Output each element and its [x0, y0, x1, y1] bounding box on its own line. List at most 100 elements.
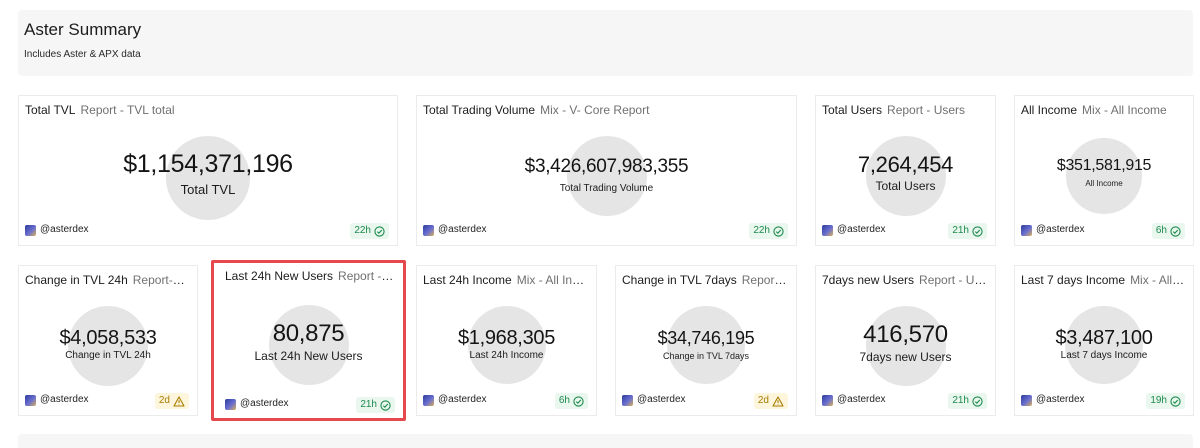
freshness-text: 21h — [952, 395, 969, 406]
avatar[interactable] — [1021, 225, 1032, 236]
card-title[interactable]: All Income — [1021, 103, 1077, 117]
avatar[interactable] — [25, 225, 36, 236]
owner-link[interactable]: @asterdex — [837, 224, 886, 235]
owner-link[interactable]: @asterdex — [40, 394, 89, 405]
card-footer: @asterdex 22h — [25, 223, 389, 239]
card-source[interactable]: Report-chan... — [133, 273, 189, 287]
card-source[interactable]: Report - Users — [887, 103, 965, 117]
metric: $351,581,915 All Income — [1015, 128, 1193, 232]
card-source[interactable]: Report - TVL total — [80, 103, 174, 117]
card-header[interactable]: Change in TVL 24h Report-chan... — [25, 273, 189, 287]
card-footer: @asterdex 2d — [25, 393, 189, 409]
metric: $3,487,100 Last 7 days Income — [1015, 298, 1193, 402]
card-title[interactable]: Total Users — [822, 103, 882, 117]
owner-link[interactable]: @asterdex — [438, 224, 487, 235]
freshness-badge[interactable]: 2d — [154, 393, 189, 409]
metric-value: $3,426,607,983,355 — [524, 156, 689, 177]
metric: 7,264,454 Total Users — [816, 128, 995, 232]
avatar[interactable] — [423, 395, 434, 406]
card-all-income[interactable]: All Income Mix - All Income $351,581,915 … — [1014, 95, 1194, 246]
metric-label: Total TVL — [180, 182, 236, 197]
freshness-text: 21h — [360, 399, 377, 410]
freshness-badge[interactable]: 21h — [948, 223, 987, 239]
card-header[interactable]: Last 24h New Users Report - Us... — [225, 269, 395, 283]
metric: $1,968,305 Last 24h Income — [417, 298, 596, 402]
card-last-7-days-income[interactable]: Last 7 days Income Mix - All Inc... $3,48… — [1014, 265, 1194, 416]
avatar[interactable] — [225, 399, 236, 410]
owner-link[interactable]: @asterdex — [1036, 224, 1085, 235]
card-source[interactable]: Report - Users — [919, 273, 987, 287]
freshness-text: 21h — [952, 225, 969, 236]
card-total-tvl[interactable]: Total TVL Report - TVL total $1,154,371,1… — [18, 95, 398, 246]
metric-label: Change in TVL 24h — [65, 350, 151, 361]
card-source[interactable]: Mix - V- Core Report — [540, 103, 649, 117]
metric-value: $351,581,915 — [1056, 157, 1152, 174]
card-7days-new-users[interactable]: 7days new Users Report - Users 416,570 7d… — [815, 265, 996, 416]
card-last-24h-income[interactable]: Last 24h Income Mix - All Income $1,968,3… — [416, 265, 597, 416]
owner-link[interactable]: @asterdex — [637, 394, 686, 405]
freshness-text: 22h — [753, 225, 770, 236]
dashboard-header: Aster Summary Includes Aster & APX data — [18, 10, 1193, 76]
card-header[interactable]: Last 7 days Income Mix - All Inc... — [1021, 273, 1185, 287]
card-header[interactable]: Total TVL Report - TVL total — [25, 103, 389, 117]
card-footer: @asterdex 2d — [622, 393, 788, 409]
card-source[interactable]: Mix - All Income — [517, 273, 588, 287]
card-title[interactable]: Last 7 days Income — [1021, 273, 1125, 287]
card-header[interactable]: Change in TVL 7days Report-ch... — [622, 273, 788, 287]
card-title[interactable]: Total TVL — [25, 103, 75, 117]
card-last-24h-new-users[interactable]: Last 24h New Users Report - Us... 80,875 … — [211, 260, 406, 421]
avatar[interactable] — [622, 395, 633, 406]
avatar[interactable] — [423, 225, 434, 236]
card-title[interactable]: Last 24h New Users — [225, 269, 333, 283]
metric-label: Last 7 days Income — [1060, 350, 1148, 361]
card-footer: @asterdex 19h — [1021, 393, 1185, 409]
card-total-trading-volume[interactable]: Total Trading Volume Mix - V- Core Report… — [416, 95, 797, 246]
check-circle-icon — [972, 225, 983, 237]
card-header[interactable]: 7days new Users Report - Users — [822, 273, 987, 287]
metric: $3,426,607,983,355 Total Trading Volume — [417, 128, 796, 232]
card-title[interactable]: Total Trading Volume — [423, 103, 535, 117]
card-total-users[interactable]: Total Users Report - Users 7,264,454 Tota… — [815, 95, 996, 246]
metric-label: Last 24h New Users — [254, 349, 363, 363]
freshness-badge[interactable]: 6h — [554, 393, 588, 409]
check-circle-icon — [972, 395, 983, 407]
freshness-text: 6h — [558, 395, 570, 406]
card-change-in-tvl-7days[interactable]: Change in TVL 7days Report-ch... $34,746,… — [615, 265, 797, 416]
freshness-badge[interactable]: 19h — [1146, 393, 1185, 409]
freshness-badge[interactable]: 6h — [1151, 223, 1185, 239]
card-header[interactable]: Total Users Report - Users — [822, 103, 987, 117]
card-header[interactable]: Total Trading Volume Mix - V- Core Report — [423, 103, 788, 117]
owner-link[interactable]: @asterdex — [240, 398, 289, 409]
check-circle-icon — [1170, 225, 1181, 237]
card-title[interactable]: Change in TVL 7days — [622, 273, 737, 287]
freshness-badge[interactable]: 22h — [350, 223, 389, 239]
dashboard-title: Aster Summary — [24, 20, 142, 39]
freshness-badge[interactable]: 21h — [948, 393, 987, 409]
freshness-badge[interactable]: 22h — [749, 223, 788, 239]
check-circle-icon — [1170, 395, 1181, 407]
owner-link[interactable]: @asterdex — [837, 394, 886, 405]
card-change-in-tvl-24h[interactable]: Change in TVL 24h Report-chan... $4,058,5… — [18, 265, 198, 416]
avatar[interactable] — [822, 225, 833, 236]
card-title[interactable]: Change in TVL 24h — [25, 273, 128, 287]
avatar[interactable] — [25, 395, 36, 406]
metric-value: 7,264,454 — [857, 152, 954, 177]
card-source[interactable]: Report - Us... — [338, 269, 395, 283]
freshness-badge[interactable]: 2d — [753, 393, 788, 409]
owner-link[interactable]: @asterdex — [438, 394, 487, 405]
freshness-badge[interactable]: 21h — [356, 397, 395, 413]
owner-link[interactable]: @asterdex — [40, 224, 89, 235]
card-source[interactable]: Mix - All Income — [1082, 103, 1167, 117]
avatar[interactable] — [822, 395, 833, 406]
card-source[interactable]: Mix - All Inc... — [1130, 273, 1185, 287]
card-title[interactable]: Last 24h Income — [423, 273, 512, 287]
card-title[interactable]: 7days new Users — [822, 273, 914, 287]
card-source[interactable]: Report-ch... — [742, 273, 788, 287]
metric: 80,875 Last 24h New Users — [214, 297, 403, 401]
metric-value: $1,968,305 — [457, 327, 556, 349]
metric-label: Last 24h Income — [469, 350, 544, 361]
avatar[interactable] — [1021, 395, 1032, 406]
card-header[interactable]: Last 24h Income Mix - All Income — [423, 273, 588, 287]
owner-link[interactable]: @asterdex — [1036, 394, 1085, 405]
card-header[interactable]: All Income Mix - All Income — [1021, 103, 1185, 117]
